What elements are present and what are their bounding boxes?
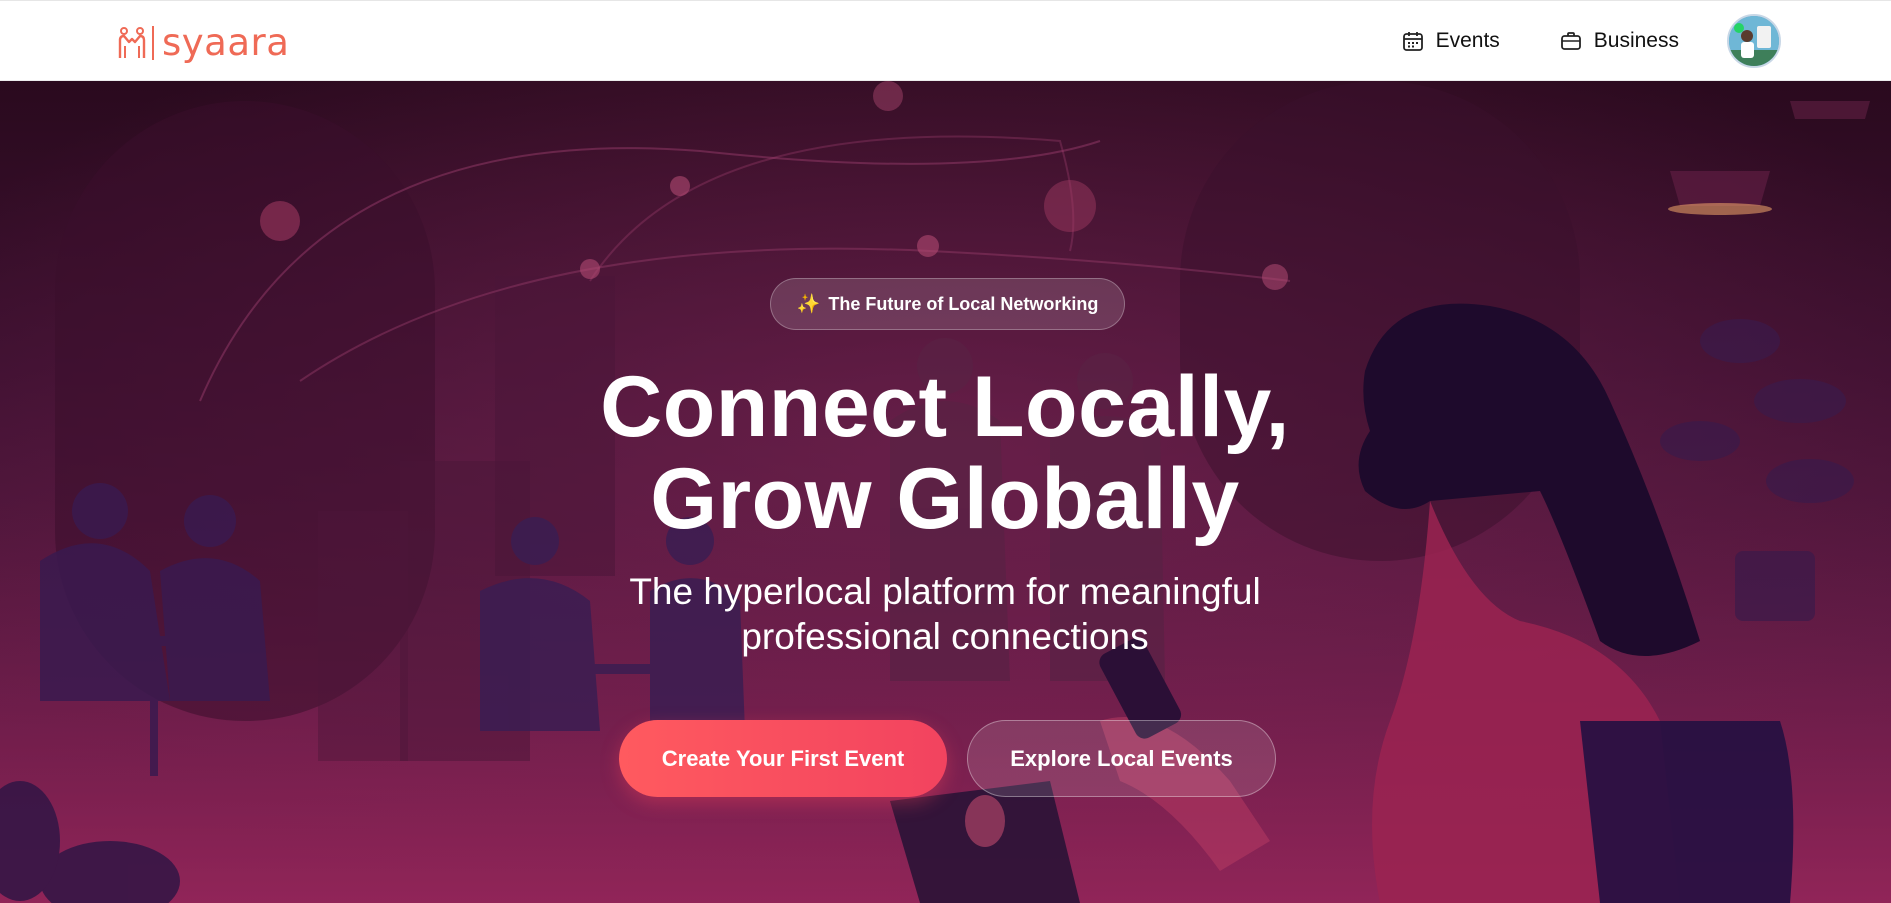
nav-events-label: Events <box>1435 29 1500 52</box>
subheadline-line-2: professional connections <box>741 616 1149 657</box>
main-nav: Events Business <box>1402 14 1781 68</box>
nav-events-link[interactable]: Events <box>1402 29 1500 53</box>
briefcase-icon <box>1560 32 1581 50</box>
sparkles-icon: ✨ <box>796 294 821 315</box>
top-navbar: syaara Events Business <box>0 0 1891 81</box>
headline-line-2: Grow Globally <box>650 451 1240 547</box>
calendar-icon <box>1402 32 1423 51</box>
hero-subheadline: The hyperlocal platform for meaningful p… <box>545 569 1345 659</box>
subheadline-line-1: The hyperlocal platform for meaningful <box>629 571 1261 612</box>
nav-business-label: Business <box>1593 29 1679 52</box>
user-avatar[interactable] <box>1727 14 1781 68</box>
create-event-button[interactable]: Create Your First Event <box>619 720 947 797</box>
tagline-text: The Future of Local Networking <box>828 293 1099 314</box>
headline-line-1: Connect Locally, <box>600 359 1290 455</box>
hero-content: ✨ The Future of Local Networking Connect… <box>0 81 1891 903</box>
brand-name: syaara <box>162 21 290 64</box>
hero-headline: Connect Locally, Grow Globally <box>445 361 1445 545</box>
brand-logo[interactable]: syaara <box>117 23 289 63</box>
avatar-image <box>1729 16 1779 66</box>
nav-business-link[interactable]: Business <box>1560 29 1679 53</box>
people-handshake-icon <box>118 27 146 58</box>
logo-divider <box>152 26 154 60</box>
explore-events-button[interactable]: Explore Local Events <box>967 720 1276 797</box>
tagline-pill: ✨ The Future of Local Networking <box>770 278 1125 330</box>
hero-section: ✨ The Future of Local Networking Connect… <box>0 81 1891 903</box>
